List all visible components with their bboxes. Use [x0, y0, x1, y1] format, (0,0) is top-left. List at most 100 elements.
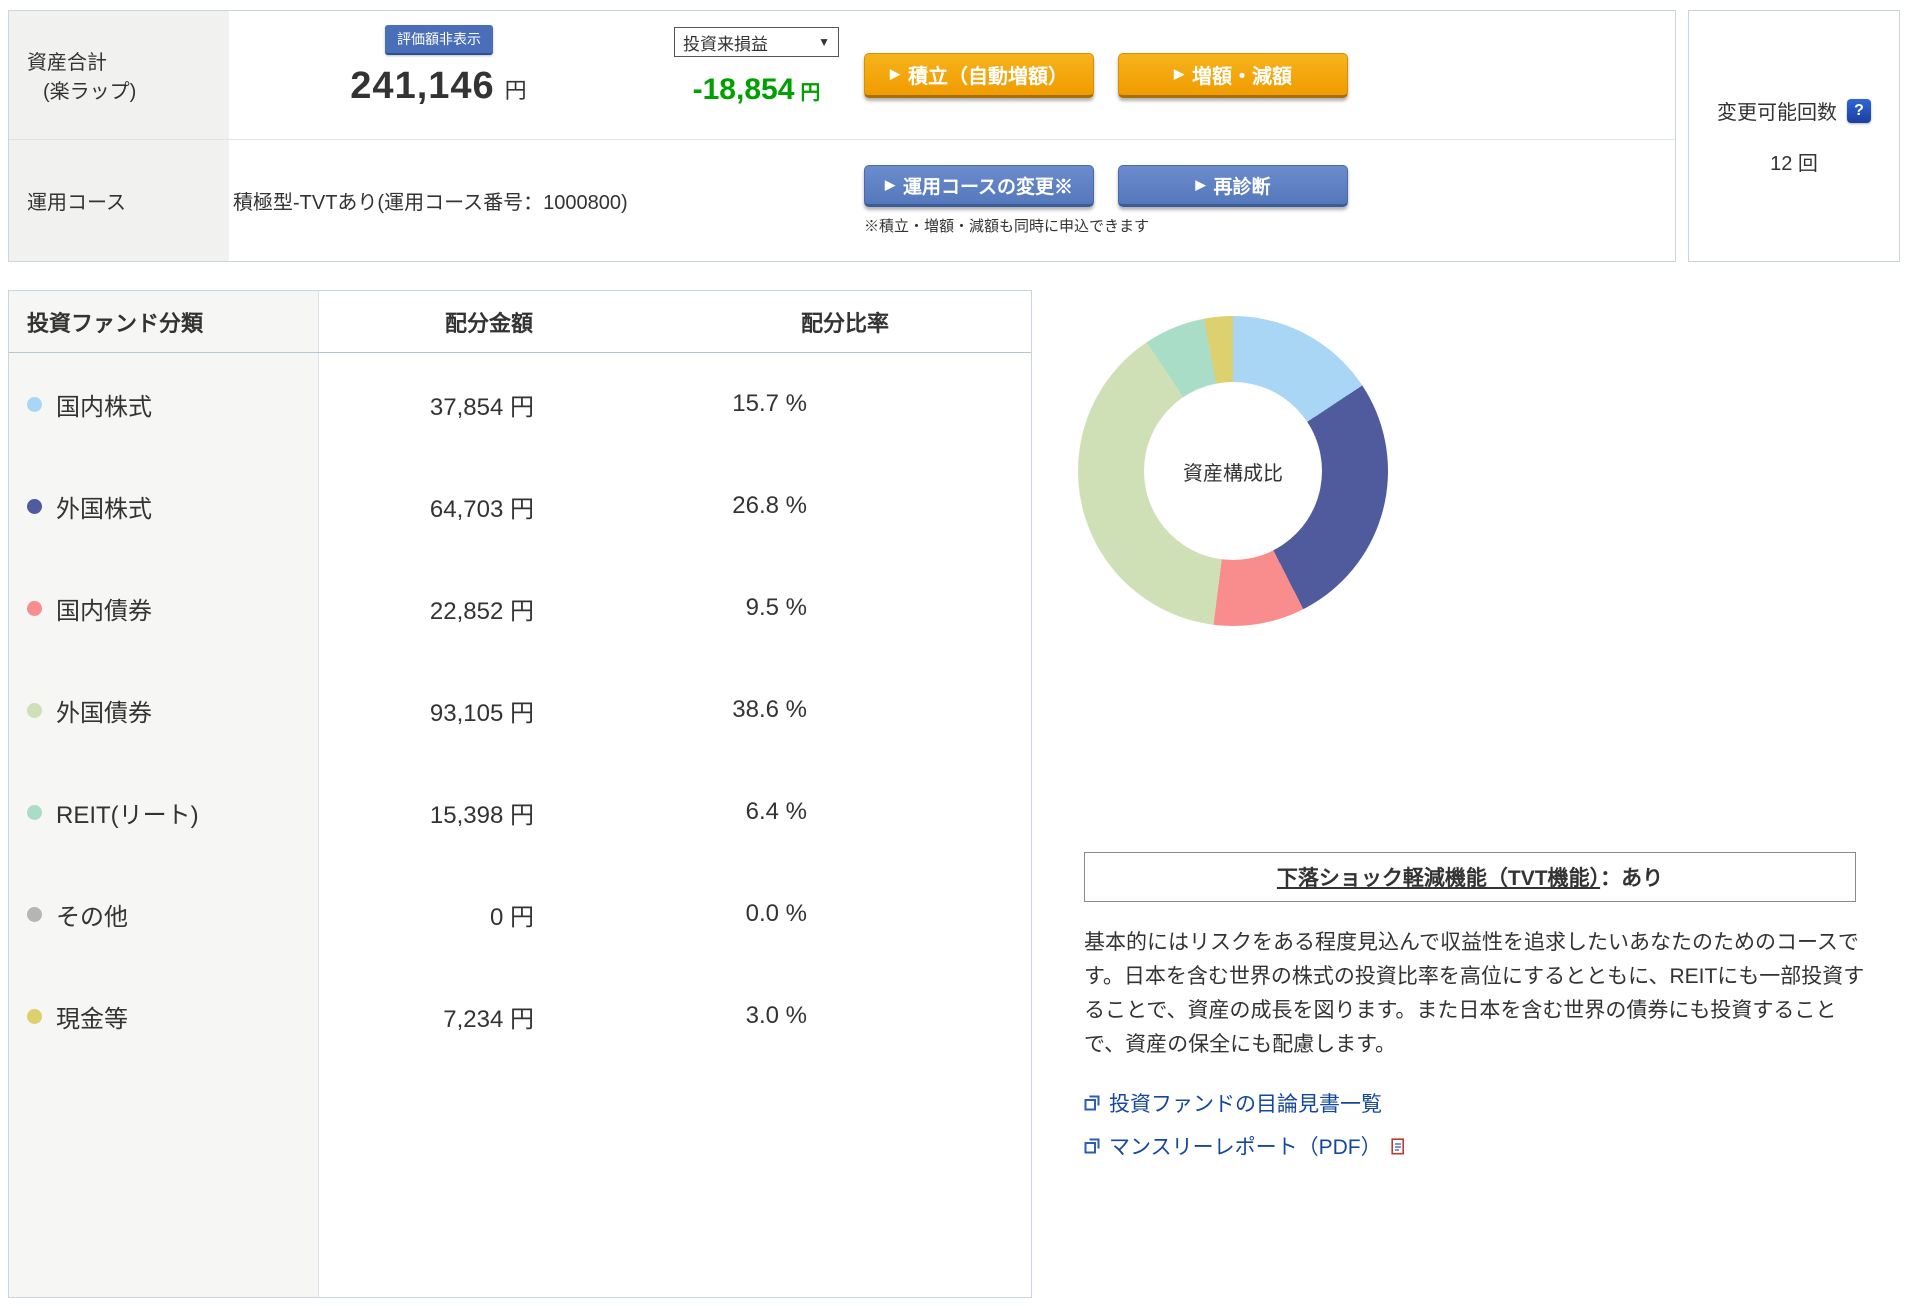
pdf-file-icon — [1390, 1137, 1404, 1155]
total-amount: 241,146 円 — [350, 65, 527, 108]
course-value: 積極型-TVTあり(運用コース番号：1000800) — [233, 192, 628, 214]
allocation-amount: 7,234 円 — [443, 1005, 534, 1033]
category-color-dot — [27, 600, 42, 616]
total-amount-value: 241,146 — [350, 65, 495, 107]
asset-total-label-line2: (楽ラップ) — [43, 81, 137, 103]
alloc-table-body: 国内株式 37,854 円 15.7 % 外国株式 64,703 円 26.8 % 国内債券… — [9, 353, 1031, 1067]
allocation-table: 投資ファンド分類 配分金額 配分比率 国内株式 37,854 円 15.7 % 外国株… — [8, 290, 1032, 1298]
category-label: REIT(リート) — [56, 801, 199, 829]
pl-type-selected: 投資来損益 — [683, 34, 768, 54]
summary-header: 資産合計 (楽ラップ) 評価額非表示 241,146 円 投資来損益 ▼ -18,… — [0, 0, 1914, 262]
chevron-down-icon: ▼ — [818, 35, 830, 49]
category-color-dot — [27, 906, 42, 922]
allocation-ratio: 26.8 % — [732, 492, 807, 519]
allocation-amount: 64,703 円 — [429, 495, 534, 523]
category-label: 国内債券 — [56, 597, 152, 625]
course-note: ※積立・増額・減額も同時に申込できます — [864, 218, 1150, 235]
pl-value-number: -18,854 — [692, 73, 795, 106]
category-color-dot — [27, 498, 42, 514]
allocation-ratio: 15.7 % — [732, 390, 807, 417]
tvt-feature-name: 下落ショック軽減機能（TVT機能） — [1276, 867, 1601, 890]
category-color-dot — [27, 396, 42, 412]
change-count-row: 変更可能回数 ? — [1717, 96, 1871, 125]
asset-total-label-line1: 資産合計 — [27, 52, 107, 74]
table-row: 外国債券 93,105 円 38.6 % — [9, 659, 1031, 761]
allocation-amount: 0 円 — [489, 903, 534, 931]
prospectus-link[interactable]: 投資ファンドの目論見書一覧 — [1084, 1088, 1906, 1118]
asset-total-label: 資産合計 (楽ラップ) — [9, 11, 229, 139]
allocation-section: 投資ファンド分類 配分金額 配分比率 国内株式 37,854 円 15.7 % 外国株… — [0, 290, 1914, 1298]
prospectus-link-text: 投資ファンドの目論見書一覧 — [1109, 1093, 1382, 1117]
header-allocation-amount: 配分金額 — [444, 310, 533, 336]
zougaku-genagaku-button[interactable]: ▶ 増額・減額 — [1118, 52, 1348, 98]
course-description: 基本的にはリスクをある程度見込んで収益性を追求したいあなたのためのコースです。日… — [1084, 931, 1865, 1057]
pl-value: -18,854 円 — [693, 73, 821, 107]
total-amount-unit: 円 — [504, 78, 528, 103]
course-buttons-row: ▶ 運用コースの変更※ ▶ 再診断 — [864, 165, 1675, 207]
allocation-ratio: 0.0 % — [745, 900, 807, 927]
allocation-ratio: 6.4 % — [745, 798, 807, 825]
category-cell: 外国株式 — [9, 489, 319, 524]
tsumitate-button[interactable]: ▶ 積立（自動増額） — [864, 52, 1094, 98]
allocation-amount: 37,854 円 — [429, 393, 534, 421]
change-count-value: 12 回 — [1770, 153, 1818, 175]
arrow-right-icon: ▶ — [1174, 66, 1184, 81]
allocation-amount: 15,398 円 — [429, 801, 534, 829]
table-row: 現金等 7,234 円 3.0 % — [9, 965, 1031, 1067]
asset-total-row: 資産合計 (楽ラップ) 評価額非表示 241,146 円 投資来損益 ▼ -18,… — [9, 11, 1675, 139]
zougaku-button-label: 増額・減額 — [1192, 65, 1292, 88]
rediagnosis-button[interactable]: ▶ 再診断 — [1118, 165, 1348, 207]
header-fund-category: 投資ファンド分類 — [27, 310, 204, 336]
course-label: 運用コース — [9, 140, 229, 261]
change-count-panel: 変更可能回数 ? 12 回 — [1688, 10, 1900, 262]
category-cell: 外国債券 — [9, 693, 319, 728]
category-label: 外国株式 — [56, 495, 152, 523]
pl-cell: 投資来損益 ▼ -18,854 円 — [649, 11, 864, 139]
allocation-table-header: 投資ファンド分類 配分金額 配分比率 — [9, 291, 1031, 353]
category-color-dot — [27, 1008, 42, 1024]
asset-summary-box: 資産合計 (楽ラップ) 評価額非表示 241,146 円 投資来損益 ▼ -18,… — [8, 10, 1676, 262]
category-color-dot — [27, 804, 42, 820]
course-change-button-label: 運用コースの変更※ — [902, 176, 1074, 198]
category-label: 外国債券 — [56, 699, 152, 727]
table-row: その他 0 円 0.0 % — [9, 863, 1031, 965]
allocation-ratio: 3.0 % — [745, 1002, 807, 1029]
course-label-text: 運用コース — [27, 192, 126, 214]
document-links: 投資ファンドの目論見書一覧 マンスリーレポート（PDF） — [1084, 1088, 1906, 1161]
arrow-right-icon: ▶ — [884, 177, 895, 192]
category-color-dot — [27, 702, 42, 718]
top-buttons-cell: ▶ 積立（自動増額） ▶ 増額・減額 — [864, 11, 1675, 139]
pl-value-unit: 円 — [800, 82, 821, 104]
category-cell: 国内株式 — [9, 387, 319, 422]
external-window-icon — [1084, 1138, 1100, 1154]
external-window-icon — [1084, 1095, 1100, 1111]
allocation-ratio: 38.6 % — [732, 696, 807, 723]
composition-column: 資産構成比 下落ショック軽減機能（TVT機能）：あり 基本的にはリスクをある程度… — [1078, 290, 1906, 1298]
tsumitate-button-label: 積立（自動増額） — [908, 65, 1068, 88]
total-amount-cell: 評価額非表示 241,146 円 — [229, 11, 649, 139]
category-cell: REIT(リート) — [9, 795, 319, 830]
category-label: その他 — [56, 903, 128, 931]
course-row: 運用コース 積極型-TVTあり(運用コース番号：1000800) ▶ 運用コース… — [9, 139, 1675, 261]
category-label: 現金等 — [56, 1005, 128, 1033]
hide-valuation-button[interactable]: 評価額非表示 — [385, 25, 493, 55]
rediagnosis-button-label: 再診断 — [1213, 176, 1271, 198]
header-allocation-ratio: 配分比率 — [800, 310, 889, 336]
tvt-feature-box: 下落ショック軽減機能（TVT機能）：あり — [1084, 852, 1856, 902]
monthly-report-link[interactable]: マンスリーレポート（PDF） — [1084, 1131, 1906, 1161]
arrow-right-icon: ▶ — [890, 66, 900, 81]
allocation-amount: 93,105 円 — [429, 699, 534, 727]
category-cell: 現金等 — [9, 999, 319, 1034]
allocation-amount: 22,852 円 — [429, 597, 534, 625]
table-row: REIT(リート) 15,398 円 6.4 % — [9, 761, 1031, 863]
pl-type-dropdown[interactable]: 投資来損益 ▼ — [674, 27, 839, 57]
tvt-feature-status: ：あり — [1600, 867, 1664, 890]
course-change-button[interactable]: ▶ 運用コースの変更※ — [864, 165, 1094, 207]
course-buttons-cell: ▶ 運用コースの変更※ ▶ 再診断 ※積立・増額・減額も同時に申込できます — [864, 140, 1675, 261]
category-label: 国内株式 — [56, 393, 152, 421]
monthly-report-link-text: マンスリーレポート（PDF） — [1109, 1136, 1382, 1160]
category-cell: その他 — [9, 897, 319, 932]
arrow-right-icon: ▶ — [1195, 177, 1206, 192]
help-icon[interactable]: ? — [1847, 98, 1871, 123]
change-count-label: 変更可能回数 — [1717, 102, 1837, 124]
